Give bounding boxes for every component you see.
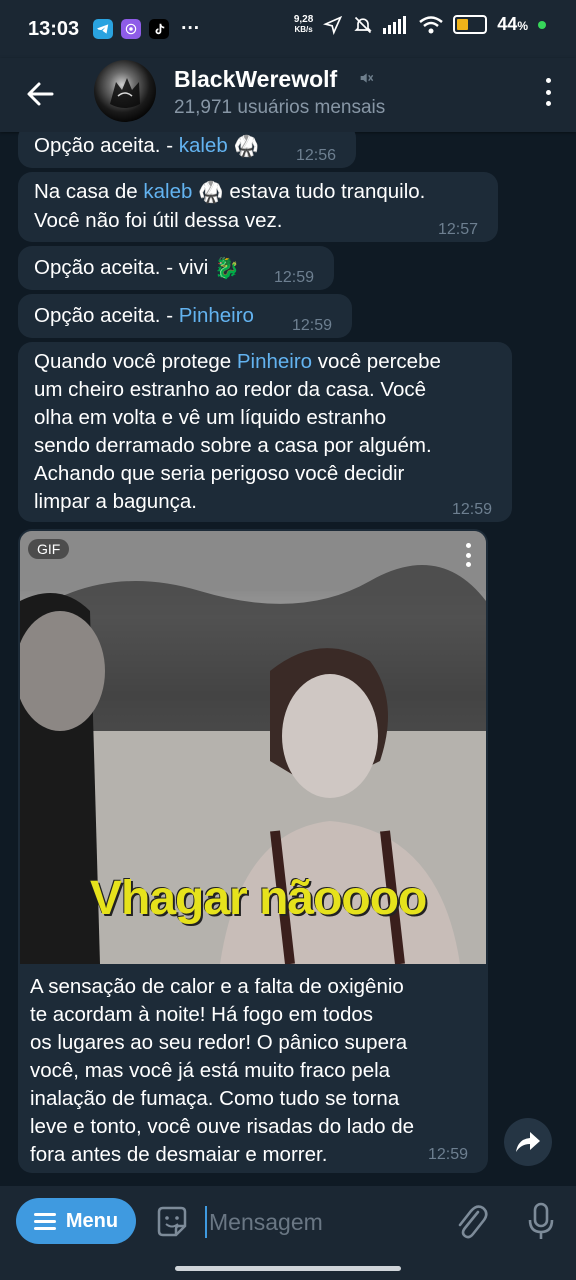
muted-bell-icon — [354, 16, 372, 33]
message-bubble[interactable]: Quando você protege Pinheiro você perceb… — [18, 342, 512, 522]
gif-message-bubble[interactable]: GIF Vhagar nãoooo A sensação de calor e … — [18, 529, 488, 1173]
share-button[interactable] — [504, 1118, 552, 1166]
chat-title[interactable]: BlackWerewolf — [174, 66, 337, 93]
dragon-emoji: 🐉 — [214, 256, 240, 280]
mention-link[interactable]: kaleb — [179, 134, 228, 157]
karate-uniform-emoji: 🥋 — [198, 180, 224, 204]
microphone-icon[interactable] — [526, 1202, 556, 1242]
muted-speaker-icon — [360, 73, 374, 83]
message-bubble[interactable]: Na casa de kaleb 🥋 estava tudo tranquilo… — [18, 172, 498, 242]
clock: 13:03 — [28, 17, 80, 40]
gif-message-text: A sensação de calor e a falta de oxigêni… — [30, 975, 415, 1166]
gesture-navigation-bar[interactable] — [175, 1266, 401, 1271]
message-input-bar: Menu — [0, 1186, 576, 1280]
message-bubble[interactable]: Opção aceita. - kaleb 🥋 12:56 — [18, 132, 356, 168]
chat-area[interactable]: Opção aceita. - kaleb 🥋 12:56 Na casa de… — [0, 132, 576, 1186]
avatar[interactable] — [94, 60, 156, 122]
menu-label: Menu — [65, 1209, 119, 1232]
gif-options-icon[interactable] — [466, 543, 472, 567]
telegram-icon — [93, 19, 114, 39]
battery-icon — [453, 15, 488, 34]
message-input[interactable] — [207, 1204, 441, 1240]
status-bar: 13:03 ··· 9,28 KB/s 44% — [0, 0, 576, 58]
message-time: 12:59 — [274, 269, 315, 286]
battery-percent: 44% — [497, 14, 528, 34]
chat-subtitle: 21,971 usuários mensais — [174, 97, 386, 118]
message-time: 12:56 — [296, 147, 337, 164]
forward-arrow-icon — [516, 1132, 540, 1152]
privacy-indicator-dot — [538, 20, 546, 29]
bot-menu-button[interactable]: Menu — [16, 1198, 136, 1244]
message-bubble[interactable]: Opção aceita. - vivi 🐉 12:59 — [18, 246, 334, 290]
podcast-icon — [121, 19, 142, 39]
battery-level — [457, 19, 468, 30]
more-options-icon[interactable] — [544, 78, 552, 106]
tiktok-icon — [149, 19, 170, 39]
location-icon — [323, 15, 343, 35]
network-speed: 9,28 KB/s — [293, 13, 314, 34]
system-status: 9,28 KB/s 44% — [294, 14, 546, 35]
chat-header: BlackWerewolf 21,971 usuários mensais — [0, 58, 576, 132]
gif-caption: Vhagar nãoooo — [90, 872, 427, 925]
attach-icon[interactable] — [454, 1202, 488, 1240]
message-bubble[interactable]: Opção aceita. - Pinheiro 12:59 — [18, 294, 352, 338]
more-notifications-icon: ··· — [181, 18, 201, 39]
message-time: 12:59 — [452, 501, 493, 518]
message-time: 12:59 — [428, 1146, 469, 1163]
gif-badge: GIF — [28, 539, 70, 559]
notification-icons: ··· — [93, 18, 200, 40]
back-arrow-icon[interactable] — [22, 76, 58, 112]
wolf-logo-icon — [110, 78, 140, 108]
mention-link[interactable]: Pinheiro — [179, 304, 254, 327]
hamburger-icon — [33, 1213, 56, 1230]
mention-link[interactable]: kaleb — [143, 180, 192, 203]
wifi-icon — [419, 15, 444, 33]
message-time: 12:57 — [438, 221, 479, 238]
message-time: 12:59 — [292, 317, 333, 334]
mention-link[interactable]: Pinheiro — [237, 350, 312, 373]
signal-icon — [383, 15, 407, 34]
karate-uniform-emoji: 🥋 — [233, 134, 259, 158]
gif-animation[interactable]: GIF Vhagar nãoooo — [20, 531, 486, 964]
sticker-icon[interactable] — [154, 1204, 190, 1240]
